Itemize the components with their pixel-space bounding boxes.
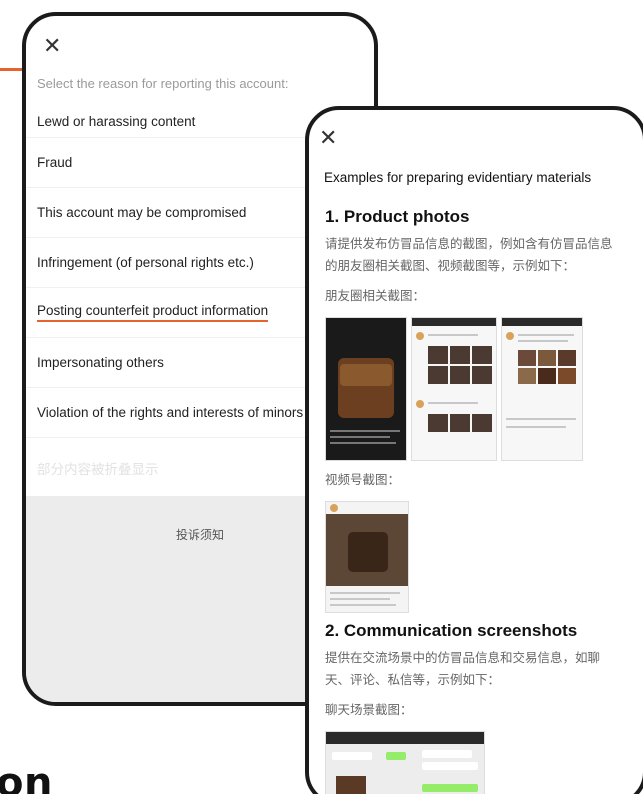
section-product-photos-description: 请提供发布仿冒品信息的截图，例如含有仿冒品信息的朋友圈相关截图、视频截图等，示例… — [325, 236, 613, 273]
status-bar — [502, 318, 582, 326]
thumbnail — [450, 414, 470, 432]
report-prompt: Select the reason for reporting this acc… — [37, 76, 289, 91]
thumbnail — [428, 366, 448, 384]
status-bar — [412, 318, 496, 326]
moments-screenshot-label: 朋友圈相关截图： — [325, 288, 426, 303]
caption-line — [330, 442, 396, 444]
thumbnail — [472, 346, 492, 364]
background-heading: on — [0, 760, 53, 794]
example-moments-feed — [411, 317, 497, 461]
thumbnail — [336, 776, 366, 794]
caption-line — [330, 430, 400, 432]
avatar — [416, 332, 424, 340]
chat-screenshot-label: 聊天场景截图： — [325, 702, 413, 717]
thumbnail — [518, 368, 536, 384]
caption-line — [330, 436, 390, 438]
thumbnail — [450, 366, 470, 384]
example-photo-handbag — [325, 317, 407, 461]
chat-bubble — [422, 750, 472, 758]
example-chat-screenshot — [325, 731, 485, 794]
section-communication-description: 提供在交流场景中的仿冒品信息和交易信息，如聊天、评论、私信等，示例如下： — [325, 650, 601, 687]
thumbnail — [538, 350, 556, 366]
chat-bubble — [422, 784, 478, 792]
moments-screenshot-examples — [325, 317, 621, 461]
thumbnail — [472, 414, 492, 432]
caption-line — [330, 592, 400, 594]
caption-line — [330, 598, 390, 600]
status-bar — [326, 732, 484, 744]
section-product-photos-heading: 1. Product photos — [325, 207, 470, 226]
chat-bubble — [422, 762, 478, 770]
caption-line — [330, 604, 396, 606]
example-moments-post — [501, 317, 583, 461]
comment-line — [506, 426, 566, 428]
evidence-content: Examples for preparing evidentiary mater… — [324, 170, 621, 794]
evidence-examples-panel: ✕ Examples for preparing evidentiary mat… — [305, 106, 643, 794]
evidence-title: Examples for preparing evidentiary mater… — [324, 170, 592, 185]
text-line — [518, 340, 568, 342]
video-screenshot-label: 视频号截图： — [325, 472, 401, 487]
thumbnail — [472, 366, 492, 384]
thumbnail — [450, 346, 470, 364]
example-video-screenshot — [325, 501, 409, 613]
thumbnail — [558, 368, 576, 384]
close-icon[interactable]: ✕ — [319, 128, 337, 150]
handbag-flap-image — [340, 364, 392, 386]
thumbnail — [428, 414, 448, 432]
section-communication-heading: 2. Communication screenshots — [325, 621, 578, 640]
thumbnail — [538, 368, 556, 384]
close-icon[interactable]: ✕ — [43, 36, 61, 58]
chat-bubble — [386, 752, 406, 760]
thumbnail — [518, 350, 536, 366]
avatar — [506, 332, 514, 340]
text-line — [428, 334, 478, 336]
avatar — [416, 400, 424, 408]
thumbnail — [428, 346, 448, 364]
text-line — [518, 334, 574, 336]
avatar — [330, 504, 338, 512]
thumbnail — [558, 350, 576, 366]
comment-line — [506, 418, 576, 420]
text-line — [428, 402, 478, 404]
handbag-image — [348, 532, 388, 572]
chat-bubble — [332, 752, 372, 760]
